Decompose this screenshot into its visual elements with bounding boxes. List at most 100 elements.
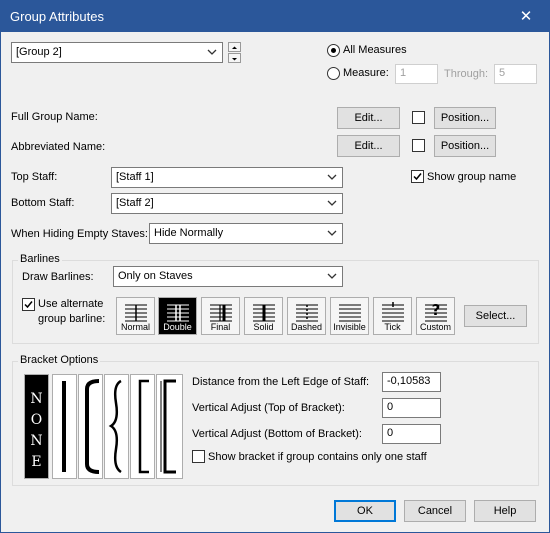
chevron-down-icon (327, 174, 337, 180)
barlines-group-title: Barlines (18, 253, 62, 265)
ok-button[interactable]: OK (334, 500, 396, 522)
top-staff-select[interactable]: [Staff 1] (111, 167, 343, 188)
barline-solid-icon (253, 304, 275, 322)
barline-solid-label: Solid (253, 322, 274, 332)
barline-final-button[interactable]: Final (201, 297, 240, 335)
abbrev-name-position-button[interactable]: Position... (434, 135, 496, 157)
full-name-edit-button[interactable]: Edit... (337, 107, 400, 129)
single-staff-bracket-checkbox[interactable] (192, 450, 205, 463)
help-button[interactable]: Help (474, 500, 536, 522)
barline-custom-label: Custom (419, 322, 451, 332)
svg-text:?: ? (432, 302, 441, 319)
close-button[interactable]: ✕ (503, 1, 549, 32)
bottom-staff-select[interactable]: [Staff 2] (111, 193, 343, 214)
measure-through-field[interactable]: 5 (494, 64, 537, 84)
spin-down-button[interactable] (228, 53, 241, 63)
arrow-down-icon (232, 58, 237, 61)
none-letter: E (31, 454, 42, 470)
bottom-staff-label: Bottom Staff: (11, 197, 75, 209)
bracket-square-icon (138, 379, 149, 474)
top-staff-label: Top Staff: (11, 171, 58, 183)
none-letter: N (30, 391, 43, 407)
group-select[interactable]: [Group 2] (11, 42, 223, 63)
barline-tick-label: Tick (384, 322, 401, 332)
full-name-show-checkbox[interactable] (412, 111, 425, 124)
barline-invisible-label: Invisible (333, 322, 366, 332)
barline-custom-button[interactable]: ? Custom (416, 297, 455, 335)
bracket-thick-square-button[interactable] (156, 374, 183, 479)
abbrev-name-edit-button[interactable]: Edit... (337, 135, 400, 157)
group-select-value: [Group 2] (16, 46, 62, 58)
measure-from-field[interactable]: 1 (395, 64, 438, 84)
alternate-barline-label-1: Use alternate (38, 298, 104, 310)
full-group-name-label: Full Group Name: (11, 111, 98, 123)
vertical-top-label: Vertical Adjust (Top of Bracket): (192, 402, 345, 414)
window-title: Group Attributes (10, 9, 104, 24)
draw-barlines-select[interactable]: Only on Staves (113, 266, 343, 287)
bracket-square-button[interactable] (130, 374, 155, 479)
brace-icon (108, 379, 122, 474)
barline-final-icon (210, 304, 232, 322)
barline-normal-button[interactable]: Normal (116, 297, 155, 335)
bracket-line-icon (62, 381, 66, 472)
chevron-down-icon (327, 200, 337, 206)
checkmark-icon (24, 301, 33, 309)
vertical-top-field[interactable]: 0 (382, 398, 441, 418)
when-hiding-select[interactable]: Hide Normally (149, 223, 343, 244)
all-measures-radio[interactable] (327, 44, 340, 57)
distance-field[interactable]: -0,10583 (382, 372, 441, 392)
bracket-thick-square-icon (160, 379, 176, 474)
through-label: Through: (444, 68, 489, 80)
barline-normal-label: Normal (120, 322, 150, 332)
abbreviated-name-label: Abbreviated Name: (11, 141, 106, 153)
single-staff-bracket-label: Show bracket if group contains only one … (208, 451, 427, 463)
barline-double-icon (167, 304, 189, 322)
arrow-up-icon (232, 46, 237, 49)
bracket-line-button[interactable] (52, 374, 77, 479)
spin-up-button[interactable] (228, 42, 241, 52)
barline-tick-button[interactable]: Tick (373, 297, 412, 335)
bracket-curved-button[interactable] (78, 374, 103, 479)
barline-dashed-icon (296, 304, 318, 322)
cancel-button[interactable]: Cancel (404, 500, 466, 522)
bracket-curved-icon (85, 379, 100, 474)
full-name-position-button[interactable]: Position... (434, 107, 496, 129)
group-attributes-dialog: Group Attributes ✕ [Group 2] All Measure… (0, 0, 550, 533)
bracket-options-title: Bracket Options (18, 354, 101, 366)
barline-invisible-button[interactable]: Invisible (330, 297, 369, 335)
barline-double-label: Double (163, 322, 192, 332)
barline-dashed-label: Dashed (290, 322, 323, 332)
barline-normal-icon (125, 304, 147, 322)
when-hiding-label: When Hiding Empty Staves: (11, 228, 148, 240)
draw-barlines-label: Draw Barlines: (22, 271, 94, 283)
vertical-bottom-field[interactable]: 0 (382, 424, 441, 444)
chevron-down-icon (327, 273, 337, 279)
none-letter: N (30, 433, 43, 449)
barline-double-button[interactable]: Double (158, 297, 197, 335)
all-measures-label: All Measures (343, 44, 407, 56)
vertical-bottom-label: Vertical Adjust (Bottom of Bracket): (192, 428, 362, 440)
barline-dashed-button[interactable]: Dashed (287, 297, 326, 335)
barline-solid-button[interactable]: Solid (244, 297, 283, 335)
show-group-name-label: Show group name (427, 171, 517, 183)
alternate-barline-checkbox[interactable] (22, 298, 35, 311)
measure-radio[interactable] (327, 67, 340, 80)
top-staff-value: [Staff 1] (116, 171, 154, 183)
bracket-none-button[interactable]: N O N E (24, 374, 49, 479)
barline-invisible-icon (339, 304, 361, 322)
bracket-brace-button[interactable] (104, 374, 129, 479)
checkmark-icon (413, 173, 422, 181)
group-spinner[interactable] (228, 42, 241, 63)
show-group-name-checkbox[interactable] (411, 170, 424, 183)
radio-dot (331, 48, 336, 53)
chevron-down-icon (327, 230, 337, 236)
abbrev-name-show-checkbox[interactable] (412, 139, 425, 152)
bracket-none-letters: N O N E (25, 389, 48, 473)
question-mark-icon: ? (425, 302, 447, 322)
when-hiding-value: Hide Normally (154, 227, 224, 239)
barline-final-label: Final (210, 322, 231, 332)
measure-label: Measure: (343, 67, 389, 79)
alternate-barline-label-2: group barline: (38, 313, 106, 325)
select-barline-button[interactable]: Select... (464, 305, 527, 327)
bottom-staff-value: [Staff 2] (116, 197, 154, 209)
